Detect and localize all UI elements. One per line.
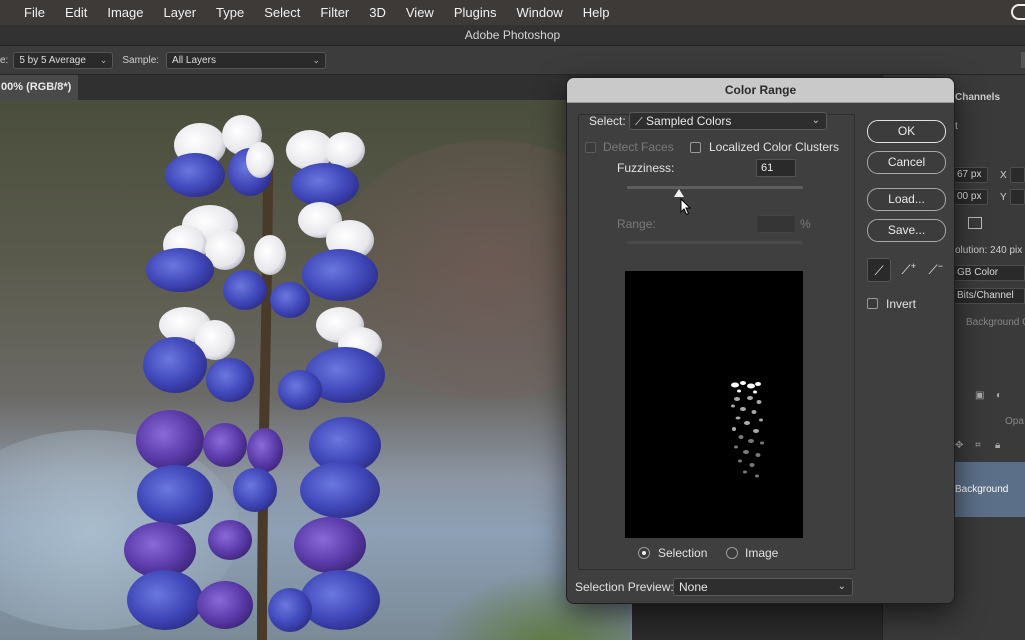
selection-preview-image[interactable] xyxy=(625,271,803,538)
adjustment-filter-icon[interactable]: ◐ xyxy=(996,390,1002,401)
selection-mask-image xyxy=(731,381,764,478)
fuzziness-slider-track[interactable] xyxy=(627,186,803,189)
menu-help[interactable]: Help xyxy=(583,5,610,20)
mouse-pointer-icon xyxy=(680,198,692,216)
selection-radio-label: Selection xyxy=(658,546,708,560)
range-label: Range: xyxy=(617,217,656,231)
fuzziness-slider-thumb[interactable] xyxy=(674,189,684,197)
tab-properties[interactable]: t xyxy=(955,121,958,132)
invert-label: Invert xyxy=(886,297,917,311)
opacity-label: Opa xyxy=(1005,416,1024,427)
document-tab[interactable]: 00% (RGB/8*) xyxy=(0,75,78,100)
range-input[interactable] xyxy=(756,215,796,233)
localized-clusters-label: Localized Color Clusters xyxy=(709,140,840,154)
image-filter-icon[interactable]: ▣ xyxy=(975,390,984,401)
menu-select[interactable]: Select xyxy=(264,5,300,20)
menu-image[interactable]: Image xyxy=(107,5,143,20)
bit-depth-select[interactable]: Bits/Channel xyxy=(952,288,1025,304)
tab-channels[interactable]: Channels xyxy=(955,92,1000,103)
invert-checkbox[interactable] xyxy=(867,298,878,309)
chevron-down-icon: ⌄ xyxy=(811,115,820,126)
x-field[interactable] xyxy=(1010,167,1025,183)
chevron-down-icon: ⌄ xyxy=(837,581,846,592)
layer-name: Background xyxy=(955,484,1009,495)
color-mode-select[interactable]: GB Color xyxy=(952,265,1025,281)
dialog-title: Color Range xyxy=(567,78,954,103)
y-field[interactable] xyxy=(1010,189,1025,205)
artboard-lock-icon[interactable]: ⌗ xyxy=(975,440,981,451)
ok-button[interactable]: OK xyxy=(867,120,946,143)
image-radio[interactable] xyxy=(726,547,738,559)
move-lock-icon[interactable]: ✥ xyxy=(955,440,963,451)
sample-select[interactable]: All Layers ⌄ xyxy=(166,51,327,69)
x-label: X xyxy=(1000,170,1007,181)
menu-bar: File Edit Image Layer Type Select Filter… xyxy=(0,0,1025,25)
selection-preview-label: Selection Preview: xyxy=(575,580,674,594)
menu-plugins[interactable]: Plugins xyxy=(454,5,497,20)
load-button[interactable]: Load... xyxy=(867,188,946,211)
range-slider-track xyxy=(627,241,803,244)
select-dropdown[interactable]: ⟋ Sampled Colors ⌄ xyxy=(629,112,827,130)
height-field[interactable]: 00 px xyxy=(952,189,988,205)
resolution-text: olution: 240 pix xyxy=(955,245,1023,256)
cancel-button[interactable]: Cancel xyxy=(867,151,946,174)
y-label: Y xyxy=(1000,192,1007,203)
chevron-down-icon: ⌄ xyxy=(312,54,321,65)
lupine-flower-image xyxy=(124,115,385,640)
orientation-icon[interactable] xyxy=(968,217,982,229)
localized-clusters-checkbox[interactable] xyxy=(690,142,701,153)
select-label: Select: xyxy=(589,114,626,128)
detect-faces-checkbox[interactable] xyxy=(585,142,596,153)
sample-size-value: 5 by 5 Average xyxy=(19,54,86,66)
menu-file[interactable]: File xyxy=(24,5,45,20)
menu-3d[interactable]: 3D xyxy=(369,5,386,20)
options-bar-edge xyxy=(1021,52,1025,68)
eyedropper-icon: ⟋ xyxy=(635,116,643,128)
save-button[interactable]: Save... xyxy=(867,219,946,242)
menu-edit[interactable]: Edit xyxy=(65,5,87,20)
background-color-label: Background C xyxy=(966,317,1025,328)
menu-type[interactable]: Type xyxy=(216,5,244,20)
eyedropper-icon[interactable]: ⟋ xyxy=(867,258,891,282)
lock-icon[interactable]: 🔒︎ xyxy=(995,440,1000,451)
range-percent: % xyxy=(800,217,811,231)
color-range-dialog: Color Range Select: ⟋ Sampled Colors ⌄ D… xyxy=(566,77,955,604)
image-radio-label: Image xyxy=(745,546,779,560)
layer-row-background[interactable]: Background xyxy=(955,462,1025,517)
menu-layer[interactable]: Layer xyxy=(164,5,197,20)
menu-filter[interactable]: Filter xyxy=(320,5,349,20)
menu-view[interactable]: View xyxy=(406,5,434,20)
document-canvas[interactable] xyxy=(0,100,632,640)
fuzziness-input[interactable]: 61 xyxy=(756,159,796,177)
width-field[interactable]: 67 px xyxy=(952,167,988,183)
selection-preview-value: None xyxy=(679,580,708,594)
sample-value: All Layers xyxy=(172,54,216,66)
sample-label: Sample: xyxy=(122,54,160,66)
menu-window[interactable]: Window xyxy=(516,5,562,20)
fuzziness-label: Fuzziness: xyxy=(617,161,675,175)
select-value: Sampled Colors xyxy=(646,114,732,128)
tab-strip xyxy=(78,75,568,100)
sample-size-label: e: xyxy=(0,54,9,66)
detect-faces-label: Detect Faces xyxy=(603,140,674,154)
window-title: Adobe Photoshop xyxy=(0,25,1025,46)
eyedropper-add-icon[interactable]: ⟋ + xyxy=(894,258,918,282)
selection-radio[interactable] xyxy=(638,547,650,559)
creative-cloud-icon[interactable] xyxy=(1011,4,1025,20)
selection-preview-select[interactable]: None ⌄ xyxy=(673,578,853,596)
eyedropper-subtract-icon[interactable]: ⟋ − xyxy=(921,258,945,282)
chevron-down-icon: ⌄ xyxy=(99,54,108,65)
options-bar: e: 5 by 5 Average ⌄ Sample: All Layers ⌄ xyxy=(0,46,1025,75)
sample-size-select[interactable]: 5 by 5 Average ⌄ xyxy=(13,51,114,69)
